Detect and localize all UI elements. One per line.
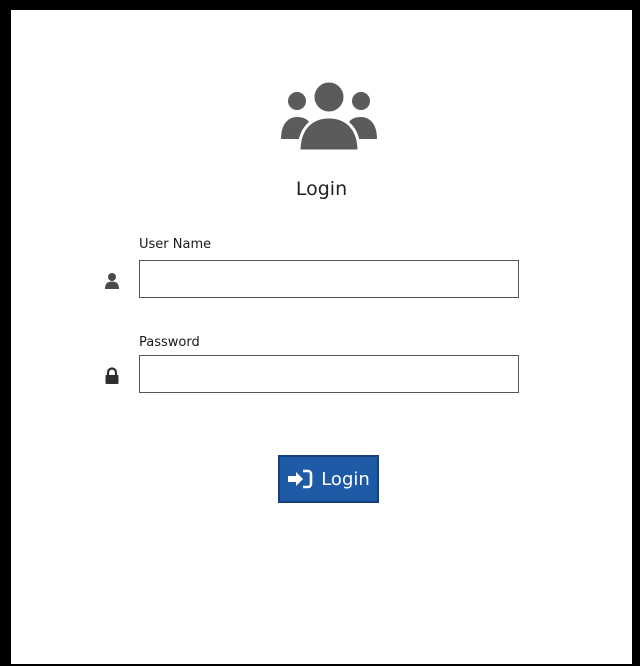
password-label: Password xyxy=(139,335,200,350)
lock-icon xyxy=(105,367,119,384)
page-title: Login xyxy=(295,178,348,200)
sign-in-icon xyxy=(288,469,313,489)
password-input[interactable] xyxy=(139,355,519,393)
users-group-icon xyxy=(281,79,377,153)
login-button-label: Login xyxy=(321,468,370,490)
login-button[interactable]: Login xyxy=(278,455,379,503)
user-icon xyxy=(105,273,119,289)
username-input[interactable] xyxy=(139,260,519,298)
username-label: User Name xyxy=(139,237,212,252)
login-panel: Login User Name Password Login xyxy=(11,10,632,664)
